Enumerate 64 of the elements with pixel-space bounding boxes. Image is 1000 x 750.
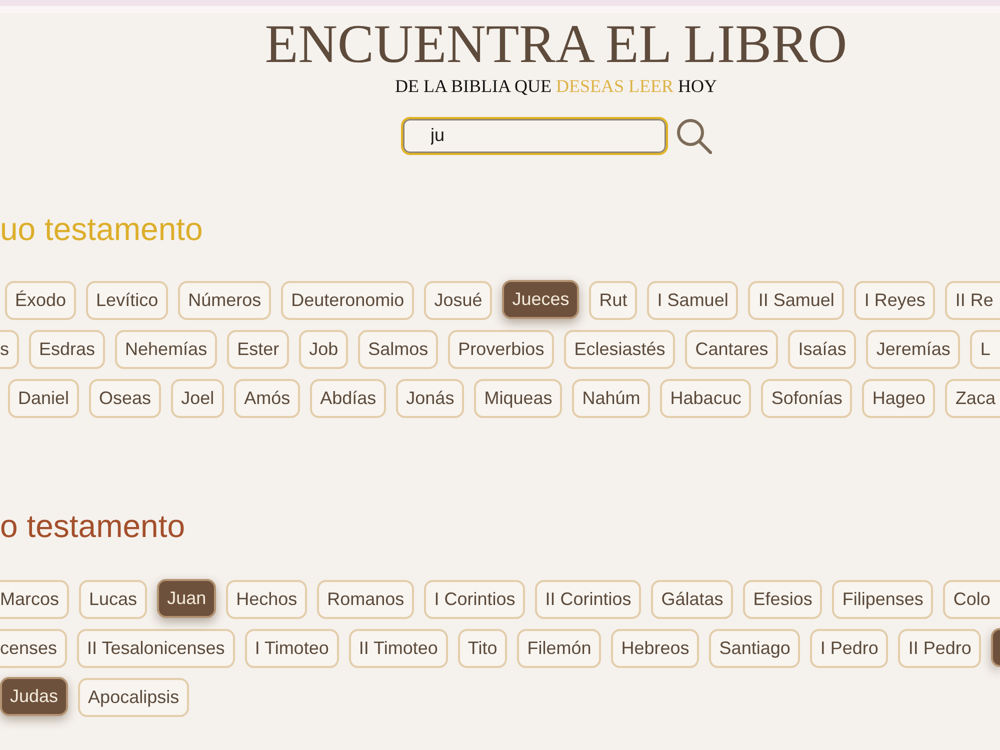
book-button[interactable]: Lucas <box>79 580 148 618</box>
book-button[interactable]: Gálatas <box>651 580 734 618</box>
book-button[interactable]: Éxodo <box>5 280 76 320</box>
book-button[interactable]: Hechos <box>226 580 308 618</box>
book-button[interactable]: II Re <box>945 280 1000 320</box>
book-button[interactable]: Romanos <box>317 580 414 618</box>
book-button[interactable]: Efesios <box>743 580 822 618</box>
book-button[interactable]: Zaca <box>945 378 1000 418</box>
book-button[interactable]: Salmos <box>358 330 438 368</box>
book-button[interactable]: Isaías <box>788 330 856 368</box>
book-button[interactable]: Judas <box>0 676 68 716</box>
book-button[interactable]: Filemón <box>517 628 602 668</box>
book-button[interactable]: Nahúm <box>572 378 650 418</box>
book-button[interactable]: Números <box>178 280 272 320</box>
book-button[interactable]: Miqueas <box>474 378 562 418</box>
book-button[interactable]: II Tesalonicenses <box>77 628 235 668</box>
book-button[interactable]: L <box>970 330 1000 368</box>
book-button[interactable]: II Timoteo <box>348 628 448 668</box>
book-button[interactable]: Hageo <box>862 378 936 418</box>
book-button[interactable]: II Pedro <box>898 628 982 668</box>
book-button[interactable]: I Corintios <box>424 580 526 618</box>
book-button[interactable]: Daniel <box>8 378 80 418</box>
book-button[interactable]: Sofonías <box>761 378 852 418</box>
book-button[interactable]: Job <box>299 330 348 368</box>
book-button[interactable]: Joel <box>171 378 224 418</box>
book-button[interactable]: Colo <box>943 580 1000 618</box>
book-button[interactable]: Ester <box>227 330 290 368</box>
book-button[interactable]: Josué <box>424 280 492 320</box>
book-button[interactable]: Juan <box>157 578 216 618</box>
book-button[interactable]: Marcos <box>0 580 70 618</box>
book-button[interactable]: Rut <box>589 280 638 320</box>
book-button[interactable]: Hebreos <box>611 628 700 668</box>
book-button[interactable]: Esdras <box>29 330 106 368</box>
book-button[interactable]: Oseas <box>89 378 162 418</box>
book-button[interactable]: Nehemías <box>115 330 218 368</box>
book-button[interactable]: Levítico <box>86 280 168 320</box>
page-title: ENCUENTRA EL LIBRO <box>264 17 848 72</box>
book-button[interactable]: Filipenses <box>832 580 934 618</box>
book-button[interactable]: Jeremías <box>866 330 960 368</box>
book-button[interactable]: II Corintios <box>535 580 642 618</box>
book-button[interactable]: censes <box>0 628 68 668</box>
book-button[interactable]: Santiago <box>709 628 800 668</box>
book-button[interactable] <box>991 628 1000 666</box>
book-button[interactable]: Jueces <box>502 280 580 318</box>
book-button[interactable]: Abdías <box>310 378 386 418</box>
search-icon[interactable] <box>676 118 712 154</box>
book-button[interactable]: Deuteronomio <box>281 280 414 320</box>
book-button[interactable]: Proverbios <box>448 330 554 368</box>
book-button[interactable]: s <box>0 330 19 368</box>
book-button[interactable]: I Pedro <box>810 628 888 668</box>
book-button[interactable]: Jonás <box>396 378 464 418</box>
book-button[interactable]: II Samuel <box>748 280 844 320</box>
book-button[interactable]: Tito <box>458 628 508 668</box>
section-heading: o testamento <box>0 506 186 546</box>
book-button[interactable]: Apocalipsis <box>78 678 190 716</box>
book-button[interactable]: Eclesiastés <box>564 330 676 368</box>
book-button[interactable]: I Reyes <box>854 280 936 320</box>
book-button[interactable]: Habacuc <box>660 378 752 418</box>
section-heading: uo testamento <box>0 210 204 248</box>
page-subtitle: DE LA BIBLIA QUE DESEAS LEER HOY <box>394 76 717 96</box>
book-button[interactable]: Amós <box>234 378 300 418</box>
book-button[interactable]: I Timoteo <box>244 628 339 668</box>
book-button[interactable]: Cantares <box>685 330 778 368</box>
book-button[interactable]: I Samuel <box>647 280 738 320</box>
